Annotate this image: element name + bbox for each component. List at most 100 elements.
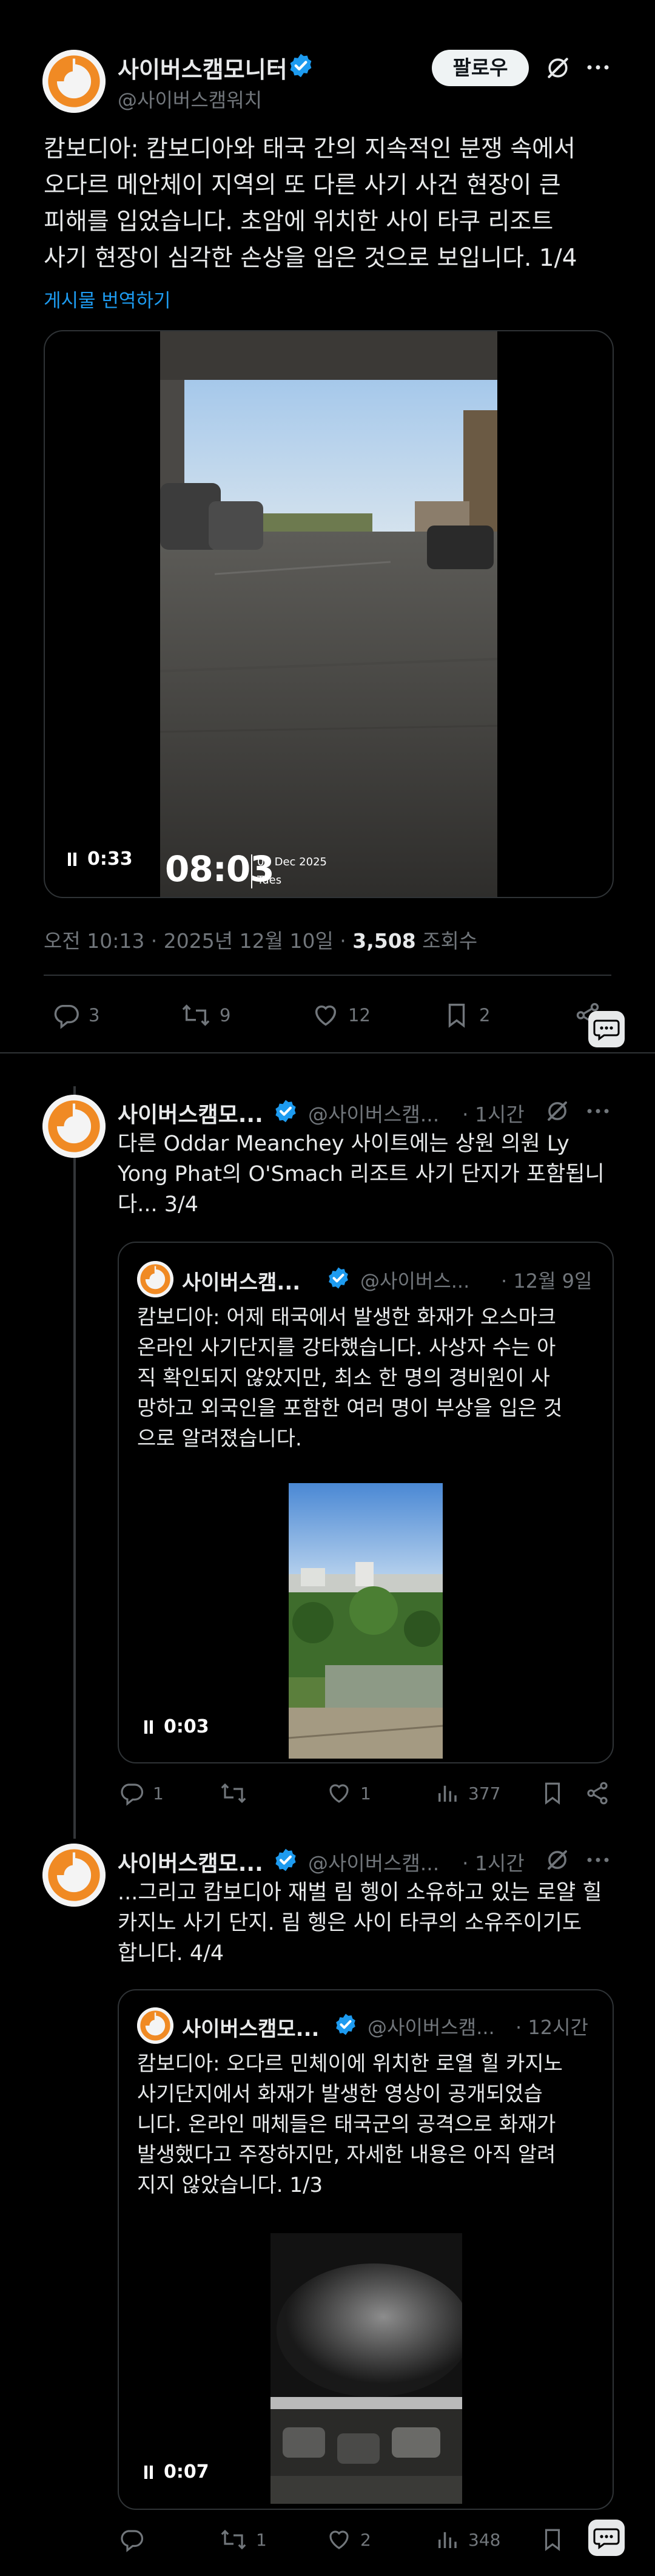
pause-icon[interactable] (144, 1720, 154, 1734)
bookmark-button[interactable]: 2 (443, 1001, 490, 1029)
bookmark-icon (545, 1782, 560, 1805)
author-handle[interactable]: @사이버스캠워치 (118, 85, 262, 113)
reply-count: 1 (153, 1783, 164, 1804)
views-label: 조회수 (415, 929, 478, 953)
thread-line (73, 1086, 76, 1839)
heart-icon (329, 1784, 349, 1803)
quoted-post-time: · 12시간 (516, 2016, 588, 2039)
views-count: 3,508 (352, 929, 416, 953)
heart-icon (315, 1005, 337, 1026)
grok-icon[interactable] (545, 1847, 570, 1873)
reply-icon (121, 2530, 144, 2552)
timestamp-text: 오전 10:13 · 2025년 12월 10일 · (44, 929, 353, 953)
quoted-post-text: 캄보디아: 오다르 민체이에 위치한 로열 힐 카지노 사기단지에서 화재가 발… (137, 2052, 563, 2197)
reply-icon (121, 1783, 144, 1806)
avatar (137, 2007, 173, 2044)
quoted-author-name: 사이버스캠모... (182, 2017, 320, 2041)
quoted-author-handle: @사이버스캠... (368, 2016, 495, 2039)
quoted-post-time: · 12월 9일 (501, 1269, 593, 1293)
post-timestamp[interactable]: 오전 10:13 · 2025년 12월 10일 · 3,508 조회수 (44, 925, 477, 954)
reply-icon (54, 1004, 79, 1029)
quoted-video[interactable] (289, 1483, 443, 1759)
quoted-author-name: 사이버스캠... (182, 1271, 301, 1295)
like-button[interactable]: 2 (326, 2527, 371, 2552)
more-options-icon[interactable] (585, 58, 611, 76)
post-time[interactable]: · 1시간 (462, 1847, 525, 1876)
views-chart-icon (438, 2532, 457, 2548)
like-button[interactable]: 12 (312, 1001, 371, 1029)
bookmark-icon (448, 1004, 465, 1028)
author-name[interactable]: 사이버스캠모... (118, 1846, 263, 1878)
views-button[interactable]: 377 (434, 1780, 500, 1806)
message-icon (593, 1019, 620, 1041)
author-name[interactable]: 사이버스캠모... (118, 1097, 263, 1129)
repost-count: 9 (220, 1005, 231, 1026)
author-handle[interactable]: @사이버스캠... (308, 1847, 439, 1876)
repost-button[interactable] (220, 1780, 256, 1806)
share-icon (587, 1782, 608, 1805)
reply-button[interactable]: 1 (119, 1780, 164, 1806)
divider (44, 975, 611, 976)
quoted-video[interactable] (270, 2233, 462, 2504)
reply-button[interactable]: 3 (52, 1001, 99, 1029)
video-duration-label: 0:03 (164, 1716, 209, 1737)
bookmark-icon (545, 2529, 560, 2551)
repost-icon (182, 1004, 210, 1026)
share-button[interactable] (585, 1780, 610, 1806)
views-count: 377 (468, 1783, 501, 1804)
bookmark-button[interactable] (540, 1780, 565, 1806)
author-name[interactable]: 사이버스캠모니터 (118, 51, 287, 84)
video-overlay-date: 09 Dec 2025 (257, 856, 327, 868)
post-text: ...그리고 캄보디아 재벌 림 헹이 소유하고 있는 로얄 힐 카지노 사기 … (118, 1881, 602, 1966)
like-count: 2 (360, 2529, 371, 2550)
messages-button[interactable] (588, 2520, 625, 2556)
author-handle[interactable]: @사이버스캠... (308, 1098, 439, 1127)
quoted-video-duration[interactable]: 0:03 (144, 1716, 209, 1737)
grok-icon[interactable] (545, 55, 571, 81)
pause-icon[interactable] (68, 852, 78, 866)
verified-badge-icon (336, 2013, 355, 2035)
avatar (137, 1261, 173, 1297)
video-overlay-day: Tues (257, 874, 282, 887)
video-overlay-divider (251, 854, 252, 888)
repost-button[interactable]: 9 (181, 1001, 230, 1029)
avatar[interactable] (42, 1844, 106, 1907)
like-count: 1 (360, 1783, 371, 1804)
views-count: 348 (468, 2529, 501, 2550)
reply-count: 3 (89, 1005, 100, 1026)
messages-button[interactable] (588, 1011, 625, 1047)
pause-icon[interactable] (144, 2465, 154, 2479)
avatar[interactable] (42, 50, 106, 113)
repost-button[interactable]: 1 (220, 2527, 267, 2552)
post-text: 캄보디아: 캄보디아와 태국 간의 지속적인 분쟁 속에서 오다르 메안체이 지… (44, 135, 577, 272)
verified-badge-icon (329, 1267, 348, 1289)
video-frame (160, 331, 497, 897)
like-button[interactable]: 1 (326, 1780, 371, 1806)
views-chart-icon (438, 1785, 457, 1802)
like-count: 12 (348, 1005, 371, 1026)
quoted-post-text: 캄보디아: 어제 태국에서 발생한 화재가 오스마크 온라인 사기단지를 강타했… (137, 1305, 563, 1451)
heart-icon (329, 2530, 349, 2549)
post-video[interactable]: 0:33 08:03 09 Dec 2025 Tues (44, 330, 614, 898)
repost-icon (221, 1783, 246, 1804)
repost-count: 1 (256, 2529, 267, 2550)
more-options-icon[interactable] (585, 1102, 611, 1120)
video-duration[interactable]: 0:33 (68, 848, 133, 870)
grok-icon[interactable] (545, 1098, 570, 1124)
quoted-video-duration[interactable]: 0:07 (144, 2461, 209, 2483)
bookmark-button[interactable] (540, 2527, 565, 2552)
follow-button[interactable]: 팔로우 (432, 50, 529, 86)
quoted-author-handle: @사이버스... (360, 1269, 470, 1293)
message-icon (593, 2528, 620, 2549)
bookmark-count: 2 (479, 1005, 491, 1026)
avatar[interactable] (42, 1095, 106, 1158)
video-duration-label: 0:07 (164, 2461, 209, 2483)
video-duration-label: 0:33 (87, 848, 133, 870)
reply-button[interactable] (119, 2527, 153, 2552)
translate-post-link[interactable]: 게시물 번역하기 (44, 285, 171, 313)
more-options-icon[interactable] (585, 1851, 611, 1869)
post-time[interactable]: · 1시간 (462, 1098, 525, 1127)
views-button[interactable]: 348 (434, 2527, 500, 2552)
post-text: 다른 Oddar Meanchey 사이트에는 상원 의원 Ly Yong Ph… (118, 1132, 605, 1217)
repost-icon (221, 2529, 246, 2550)
